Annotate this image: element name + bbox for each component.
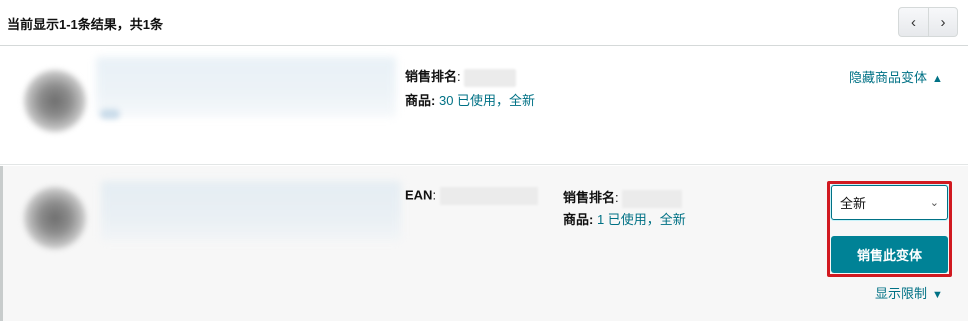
next-page-button[interactable]: › [927, 8, 957, 36]
chevron-left-icon: ‹ [910, 13, 916, 31]
sales-rank: 销售排名: [405, 66, 517, 87]
ean: EAN: [405, 187, 538, 205]
chevron-right-icon: › [940, 13, 946, 31]
offers-label: 商品: [563, 212, 594, 227]
condition-selected-value: 全新 [840, 196, 867, 211]
hide-variations-link[interactable]: 隐藏商品变体 ▲ [849, 67, 943, 86]
product-image[interactable] [24, 70, 86, 132]
sales-rank-label: 销售排名 [405, 69, 458, 84]
variation-image[interactable] [24, 187, 86, 249]
offers-link[interactable]: 30 已使用，全新 [439, 93, 535, 108]
show-restrictions-link[interactable]: 显示限制 ▼ [875, 283, 943, 302]
previous-page-button[interactable]: ‹ [899, 8, 928, 36]
product-title-redacted[interactable] [96, 57, 396, 117]
sales-rank-separator: : [615, 190, 619, 205]
ean-separator: : [432, 187, 437, 203]
pagination: ‹ › [898, 7, 958, 37]
sales-rank-value-redacted [464, 68, 517, 87]
product-subtitle-redacted [100, 109, 120, 119]
offers: 商品: 30 已使用，全新 [405, 90, 535, 109]
sales-rank: 销售排名: [563, 187, 683, 208]
offers-link[interactable]: 1 已使用，全新 [597, 212, 686, 227]
chevron-down-icon: ⌄ [929, 197, 939, 209]
chevron-up-icon: ▲ [932, 73, 943, 85]
ean-value-redacted [439, 187, 538, 205]
chevron-down-icon: ▼ [932, 289, 943, 301]
variation-title-redacted[interactable] [101, 181, 401, 241]
product-row: 销售排名: 商品: 30 已使用，全新 隐藏商品变体 ▲ [0, 47, 968, 165]
hide-variations-label: 隐藏商品变体 [849, 70, 928, 85]
sales-rank-label: 销售排名 [563, 190, 616, 205]
sales-rank-separator: : [457, 69, 461, 84]
ean-label: EAN [405, 187, 433, 203]
condition-dropdown[interactable]: 全新 ⌄ [831, 185, 948, 220]
offers: 商品: 1 已使用，全新 [563, 209, 686, 228]
result-count: 当前显示1-1条结果，共1条 [7, 17, 164, 32]
variation-row: EAN: 销售排名: 商品: 1 已使用，全新 显示限制 ▼ [0, 166, 968, 321]
show-restrictions-label: 显示限制 [875, 286, 928, 301]
sell-this-variation-button[interactable]: 销售此变体 [831, 236, 948, 273]
offers-label: 商品: [405, 93, 436, 108]
results-header: 当前显示1-1条结果，共1条 ‹ › [0, 0, 968, 46]
sales-rank-value-redacted [622, 189, 683, 208]
